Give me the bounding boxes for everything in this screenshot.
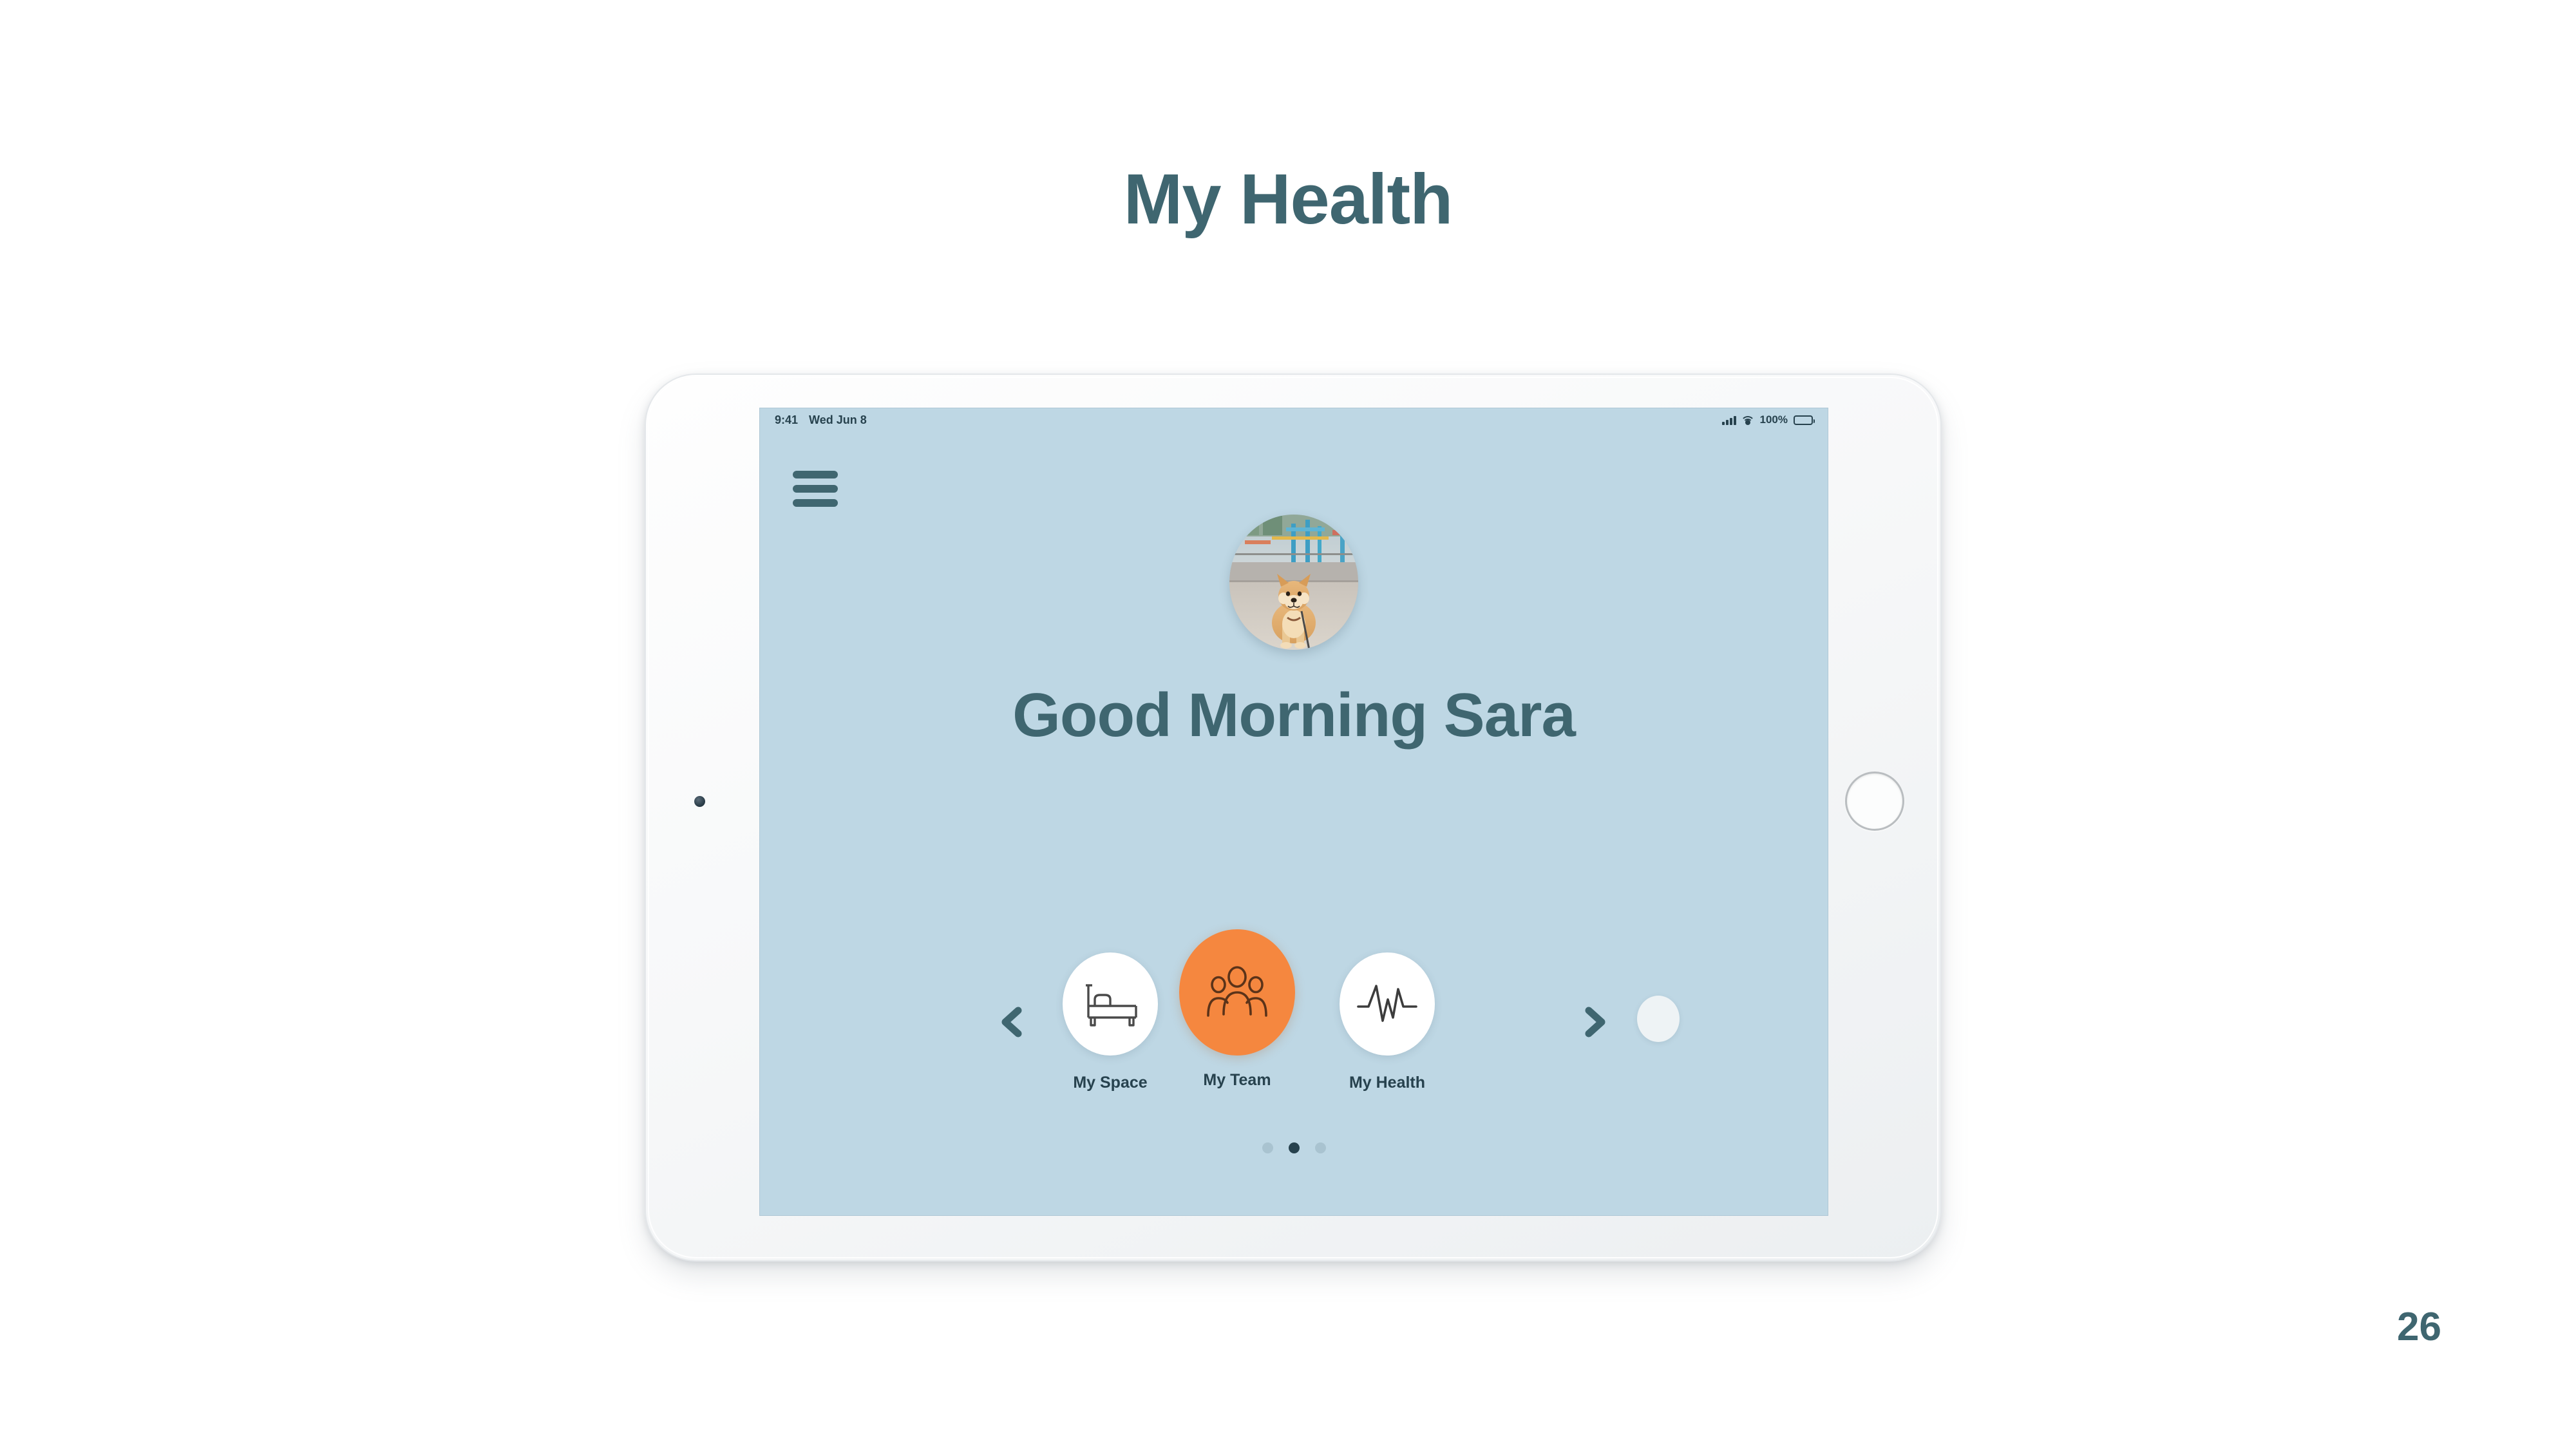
feature-carousel: My Space My Team My Health [759, 929, 1828, 1122]
carousel-pagination [759, 1142, 1828, 1153]
people-group-icon [1207, 966, 1267, 1017]
chevron-left-icon[interactable] [995, 1005, 1028, 1039]
carousel-item-my-space[interactable]: My Space [1049, 952, 1171, 1091]
avatar[interactable] [1229, 515, 1358, 650]
front-camera-icon [694, 796, 705, 807]
heartbeat-ecg-icon [1357, 985, 1417, 1022]
hamburger-menu-icon[interactable] [793, 471, 838, 507]
carousel-label-my-team: My Team [1203, 1071, 1271, 1089]
carousel-label-my-space: My Space [1073, 1074, 1148, 1092]
status-date: Wed Jun 8 [809, 413, 867, 426]
page-title: My Health [1123, 160, 1454, 239]
status-bar-right: 100% [1722, 413, 1815, 426]
carousel-item-my-team[interactable]: My Team [1166, 929, 1308, 1088]
status-time: 9:41 [775, 413, 799, 426]
home-button[interactable] [1845, 772, 1904, 831]
dog-profile-photo [1229, 515, 1358, 650]
pagination-dot-2[interactable] [1288, 1142, 1300, 1153]
wifi-icon [1741, 415, 1756, 425]
carousel-label-my-health: My Health [1349, 1074, 1426, 1092]
battery-full-icon [1794, 415, 1815, 425]
cellular-signal-icon [1722, 415, 1736, 425]
tablet-screen: 9:41 Wed Jun 8 100% Good Morning Sara My… [759, 408, 1828, 1216]
my-space-circle[interactable] [1063, 952, 1158, 1056]
greeting-text: Good Morning Sara [1012, 681, 1576, 750]
my-team-circle[interactable] [1179, 929, 1295, 1056]
my-health-circle[interactable] [1340, 952, 1435, 1056]
carousel-item-my-health[interactable]: My Health [1326, 952, 1448, 1091]
bed-icon [1086, 984, 1137, 1027]
slide-page-number: 26 [2397, 1305, 2441, 1349]
chevron-right-icon[interactable] [1577, 1005, 1611, 1039]
tablet-device: 9:41 Wed Jun 8 100% Good Morning Sara My… [646, 375, 1940, 1260]
status-bar: 9:41 Wed Jun 8 100% [759, 408, 1828, 432]
carousel-peek-card[interactable] [1637, 996, 1680, 1042]
pagination-dot-3[interactable] [1314, 1142, 1326, 1153]
battery-percent-label: 100% [1759, 413, 1788, 426]
status-bar-left: 9:41 Wed Jun 8 [775, 413, 867, 427]
pagination-dot-1[interactable] [1262, 1142, 1273, 1153]
